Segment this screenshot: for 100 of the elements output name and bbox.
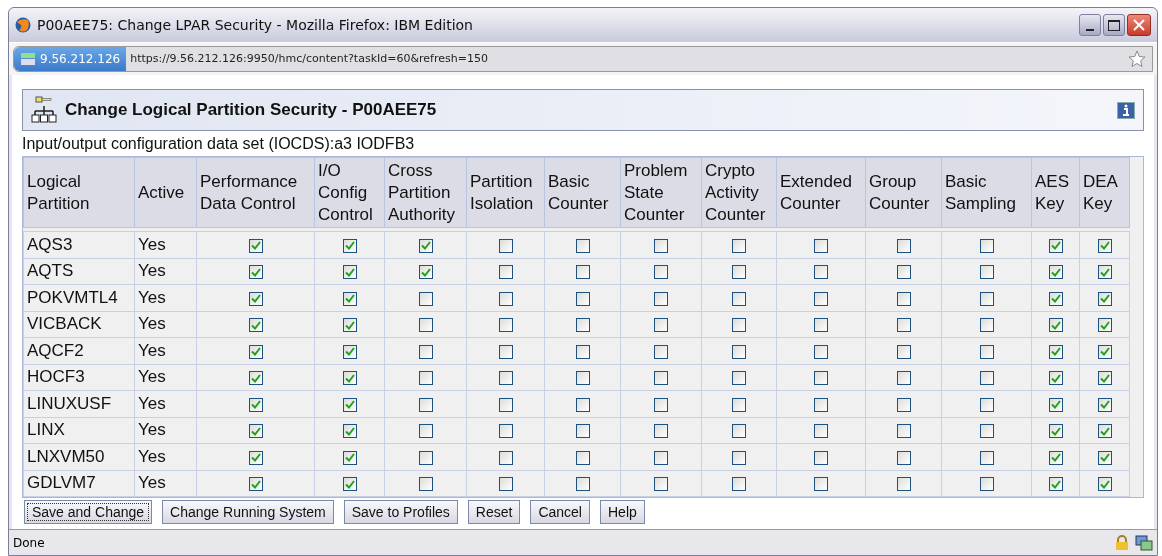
checkbox[interactable] bbox=[1097, 397, 1112, 412]
checkbox[interactable] bbox=[248, 238, 263, 253]
checkbox[interactable] bbox=[654, 450, 668, 465]
action-button[interactable]: Reset bbox=[467, 500, 521, 524]
checkbox[interactable] bbox=[418, 477, 433, 491]
checkbox[interactable] bbox=[248, 265, 263, 279]
checkbox[interactable] bbox=[732, 371, 746, 385]
action-button[interactable]: Save and Change bbox=[24, 500, 153, 524]
checkbox[interactable] bbox=[342, 265, 357, 279]
checkbox[interactable] bbox=[979, 318, 994, 332]
checkbox[interactable] bbox=[248, 424, 263, 438]
checkbox[interactable] bbox=[498, 477, 513, 491]
checkbox[interactable] bbox=[575, 291, 590, 306]
checkbox[interactable] bbox=[654, 265, 668, 279]
checkbox[interactable] bbox=[1097, 265, 1112, 279]
checkbox[interactable] bbox=[654, 424, 668, 438]
checkbox[interactable] bbox=[732, 450, 746, 465]
checkbox[interactable] bbox=[814, 450, 828, 465]
close-button[interactable] bbox=[1127, 14, 1151, 36]
action-button[interactable]: Change Running System bbox=[162, 500, 334, 524]
checkbox[interactable] bbox=[575, 371, 590, 385]
checkbox[interactable] bbox=[342, 477, 357, 491]
checkbox[interactable] bbox=[1097, 424, 1112, 438]
checkbox[interactable] bbox=[575, 265, 590, 279]
checkbox[interactable] bbox=[498, 291, 513, 306]
checkbox[interactable] bbox=[418, 450, 433, 465]
checkbox[interactable] bbox=[1048, 291, 1063, 306]
checkbox[interactable] bbox=[418, 291, 433, 306]
checkbox[interactable] bbox=[575, 238, 590, 253]
checkbox[interactable] bbox=[248, 318, 263, 332]
checkbox[interactable] bbox=[575, 344, 590, 359]
checkbox[interactable] bbox=[498, 424, 513, 438]
checkbox[interactable] bbox=[498, 265, 513, 279]
action-button[interactable]: Save to Profiles bbox=[343, 500, 458, 524]
checkbox[interactable] bbox=[979, 238, 994, 253]
checkbox[interactable] bbox=[498, 450, 513, 465]
checkbox[interactable] bbox=[896, 344, 911, 359]
info-button[interactable] bbox=[1117, 101, 1135, 119]
checkbox[interactable] bbox=[732, 344, 746, 359]
checkbox[interactable] bbox=[979, 450, 994, 465]
checkbox[interactable] bbox=[498, 318, 513, 332]
checkbox[interactable] bbox=[1048, 371, 1063, 385]
checkbox[interactable] bbox=[732, 291, 746, 306]
checkbox[interactable] bbox=[1097, 238, 1112, 253]
checkbox[interactable] bbox=[418, 371, 433, 385]
checkbox[interactable] bbox=[896, 238, 911, 253]
checkbox[interactable] bbox=[498, 238, 513, 253]
checkbox[interactable] bbox=[342, 371, 357, 385]
checkbox[interactable] bbox=[979, 291, 994, 306]
action-button[interactable]: Cancel bbox=[530, 500, 590, 524]
checkbox[interactable] bbox=[654, 371, 668, 385]
checkbox[interactable] bbox=[1097, 291, 1112, 306]
checkbox[interactable] bbox=[979, 424, 994, 438]
checkbox[interactable] bbox=[896, 291, 911, 306]
checkbox[interactable] bbox=[814, 424, 828, 438]
checkbox[interactable] bbox=[1048, 477, 1063, 491]
checkbox[interactable] bbox=[248, 371, 263, 385]
checkbox[interactable] bbox=[654, 344, 668, 359]
checkbox[interactable] bbox=[418, 397, 433, 412]
checkbox[interactable] bbox=[248, 477, 263, 491]
checkbox[interactable] bbox=[418, 424, 433, 438]
checkbox[interactable] bbox=[979, 477, 994, 491]
checkbox[interactable] bbox=[1097, 477, 1112, 491]
checkbox[interactable] bbox=[575, 477, 590, 491]
checkbox[interactable] bbox=[979, 371, 994, 385]
checkbox[interactable] bbox=[732, 318, 746, 332]
checkbox[interactable] bbox=[732, 265, 746, 279]
checkbox[interactable] bbox=[814, 265, 828, 279]
checkbox[interactable] bbox=[498, 397, 513, 412]
checkbox[interactable] bbox=[814, 397, 828, 412]
checkbox[interactable] bbox=[896, 265, 911, 279]
checkbox[interactable] bbox=[896, 424, 911, 438]
checkbox[interactable] bbox=[418, 344, 433, 359]
checkbox[interactable] bbox=[814, 291, 828, 306]
checkbox[interactable] bbox=[896, 397, 911, 412]
checkbox[interactable] bbox=[248, 344, 263, 359]
checkbox[interactable] bbox=[896, 318, 911, 332]
checkbox[interactable] bbox=[1048, 318, 1063, 332]
checkbox[interactable] bbox=[1048, 450, 1063, 465]
checkbox[interactable] bbox=[814, 477, 828, 491]
checkbox[interactable] bbox=[342, 344, 357, 359]
checkbox[interactable] bbox=[1048, 265, 1063, 279]
checkbox[interactable] bbox=[342, 318, 357, 332]
checkbox[interactable] bbox=[1097, 371, 1112, 385]
maximize-button[interactable] bbox=[1103, 14, 1125, 36]
checkbox[interactable] bbox=[418, 265, 433, 279]
checkbox[interactable] bbox=[575, 424, 590, 438]
checkbox[interactable] bbox=[575, 450, 590, 465]
action-button[interactable]: Help bbox=[600, 500, 645, 524]
checkbox[interactable] bbox=[248, 397, 263, 412]
checkbox[interactable] bbox=[342, 397, 357, 412]
star-icon[interactable] bbox=[1128, 50, 1146, 68]
checkbox[interactable] bbox=[732, 424, 746, 438]
checkbox[interactable] bbox=[814, 318, 828, 332]
checkbox[interactable] bbox=[654, 238, 668, 253]
checkbox[interactable] bbox=[418, 318, 433, 332]
checkbox[interactable] bbox=[979, 344, 994, 359]
checkbox[interactable] bbox=[896, 371, 911, 385]
checkbox[interactable] bbox=[1097, 318, 1112, 332]
checkbox[interactable] bbox=[814, 238, 828, 253]
